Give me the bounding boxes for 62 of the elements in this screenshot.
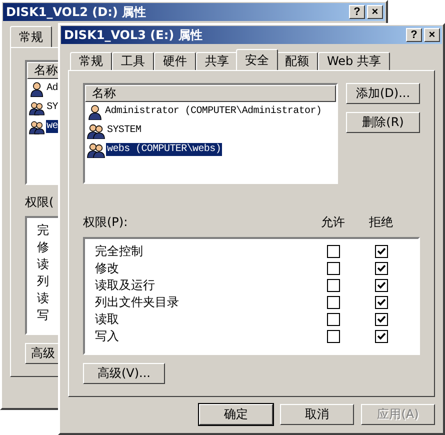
users-icon [87, 122, 105, 138]
permission-name: 完 [36, 222, 49, 239]
advanced-button[interactable]: 高级 [25, 343, 61, 364]
checkbox[interactable] [374, 330, 388, 343]
help-button[interactable]: ? [406, 28, 422, 42]
checkbox[interactable] [374, 244, 388, 258]
column-header: 允许 [320, 214, 346, 232]
permission-name: 写 [36, 307, 49, 324]
permissions-label: 权限(P): [83, 214, 129, 232]
checkbox[interactable] [374, 262, 388, 275]
permission-name: 修 [36, 239, 49, 256]
help-button[interactable]: ? [349, 5, 365, 19]
close-button[interactable]: × [424, 28, 440, 42]
advanced-button[interactable]: 高级(V)... [83, 363, 165, 384]
permission-name: 修改 [94, 260, 120, 277]
users-icon [87, 142, 105, 158]
window-title: DISK1_VOL2 (D:) 属性 [6, 4, 146, 20]
permission-name: 完全控制 [94, 242, 144, 260]
checkbox[interactable] [326, 278, 340, 292]
tab[interactable]: 工具 [112, 52, 154, 70]
dialog-button[interactable]: 取消 [280, 404, 354, 425]
user-item[interactable]: we [46, 120, 59, 133]
window-title: DISK1_VOL3 (E:) 属性 [64, 26, 202, 44]
tab[interactable]: 配额 [276, 52, 318, 70]
checkbox[interactable] [326, 262, 340, 275]
checkbox[interactable] [374, 278, 388, 292]
tab[interactable]: 硬件 [154, 52, 196, 70]
user-icon [87, 104, 103, 120]
tab[interactable]: 常规 [70, 52, 112, 70]
user-item[interactable]: webs (COMPUTER\webs) [106, 143, 222, 156]
checkbox[interactable] [326, 330, 340, 343]
column-header: 拒绝 [368, 214, 394, 232]
column-header: 名称 [27, 62, 59, 79]
permission-name: 列出文件夹目录 [94, 294, 180, 311]
user-icon [29, 80, 45, 96]
user-item[interactable]: SYSTEM [106, 124, 142, 137]
dialog-button[interactable]: 确定 [199, 404, 273, 425]
add-button[interactable]: 添加(D)... [346, 83, 420, 104]
user-item[interactable]: Administrator (COMPUTER\Administrator) [104, 105, 323, 118]
close-button[interactable]: × [367, 5, 383, 19]
tab[interactable]: 共享 [196, 52, 238, 70]
permission-name: 列 [36, 273, 49, 290]
permission-name: 读 [36, 256, 49, 273]
checkbox[interactable] [326, 312, 340, 326]
checkbox[interactable] [374, 312, 388, 326]
permission-name: 写入 [94, 328, 120, 345]
permission-name: 读 [36, 290, 49, 307]
checkbox[interactable] [374, 296, 388, 309]
users-icon [29, 118, 45, 134]
user-item[interactable]: Ad [46, 82, 59, 95]
remove-button[interactable]: 删除(R) [346, 112, 420, 133]
column-header: 名称 [85, 85, 336, 102]
checkbox[interactable] [326, 296, 340, 309]
users-icon [29, 100, 45, 116]
checkbox[interactable] [326, 244, 340, 258]
tab[interactable]: Web 共享 [318, 52, 390, 70]
tab[interactable]: 常规 [10, 26, 52, 47]
tab[interactable]: 安全 [236, 49, 278, 70]
permission-name: 读取 [94, 310, 120, 328]
permission-name: 读取及运行 [94, 276, 156, 294]
permissions-label: 权限( [25, 194, 55, 210]
user-item[interactable]: SY [46, 101, 59, 114]
